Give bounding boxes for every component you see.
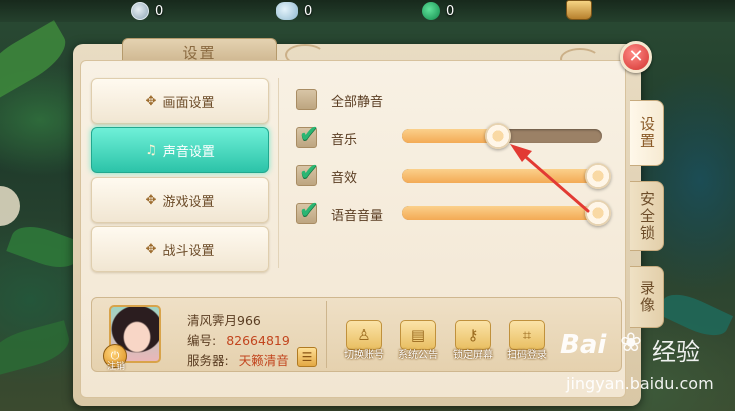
watermark-brand: Bai [560,330,607,360]
qr-scan-icon: ⌗ [522,326,532,344]
tab-replay[interactable]: 录像 [630,266,664,328]
server-label: 服务器: [187,353,229,368]
baidu-watermark: Bai ❀ 经验 jingyan.baidu.com [560,326,730,406]
scroll-icon: ▤ [410,326,426,344]
player-id-row: 编号: 82664819 [187,330,290,349]
player-name: 清风霁月966 [187,313,261,328]
divider [326,301,327,368]
tab-settings[interactable]: 设置 [630,100,664,166]
player-id-value: 82664819 [226,333,290,348]
action-label: 扫码登录 [507,350,547,361]
action-label: 切换账号 [344,350,384,361]
key-icon: ⚷ [467,326,479,344]
tab-security-lock[interactable]: 安全锁 [630,181,664,251]
watermark-url: jingyan.baidu.com [566,374,714,393]
account-switch-icon: ♙ [357,326,371,344]
watermark-brand2: 经验 [652,338,700,366]
server-list-button[interactable]: ☰ [297,347,317,367]
tab-label: 安全锁 [638,190,656,242]
player-id-label: 编号: [187,333,217,348]
paw-icon: ❀ [620,328,642,358]
server-value: 天籁清音 [238,353,289,368]
server-row: 服务器: 天籁清音 [187,350,289,369]
action-label: 锁定屏幕 [453,350,493,361]
logout-label: 注销 [106,362,125,372]
tab-label: 设置 [638,116,656,150]
tab-label: 录像 [638,280,656,314]
action-label: 系统公告 [398,350,438,361]
